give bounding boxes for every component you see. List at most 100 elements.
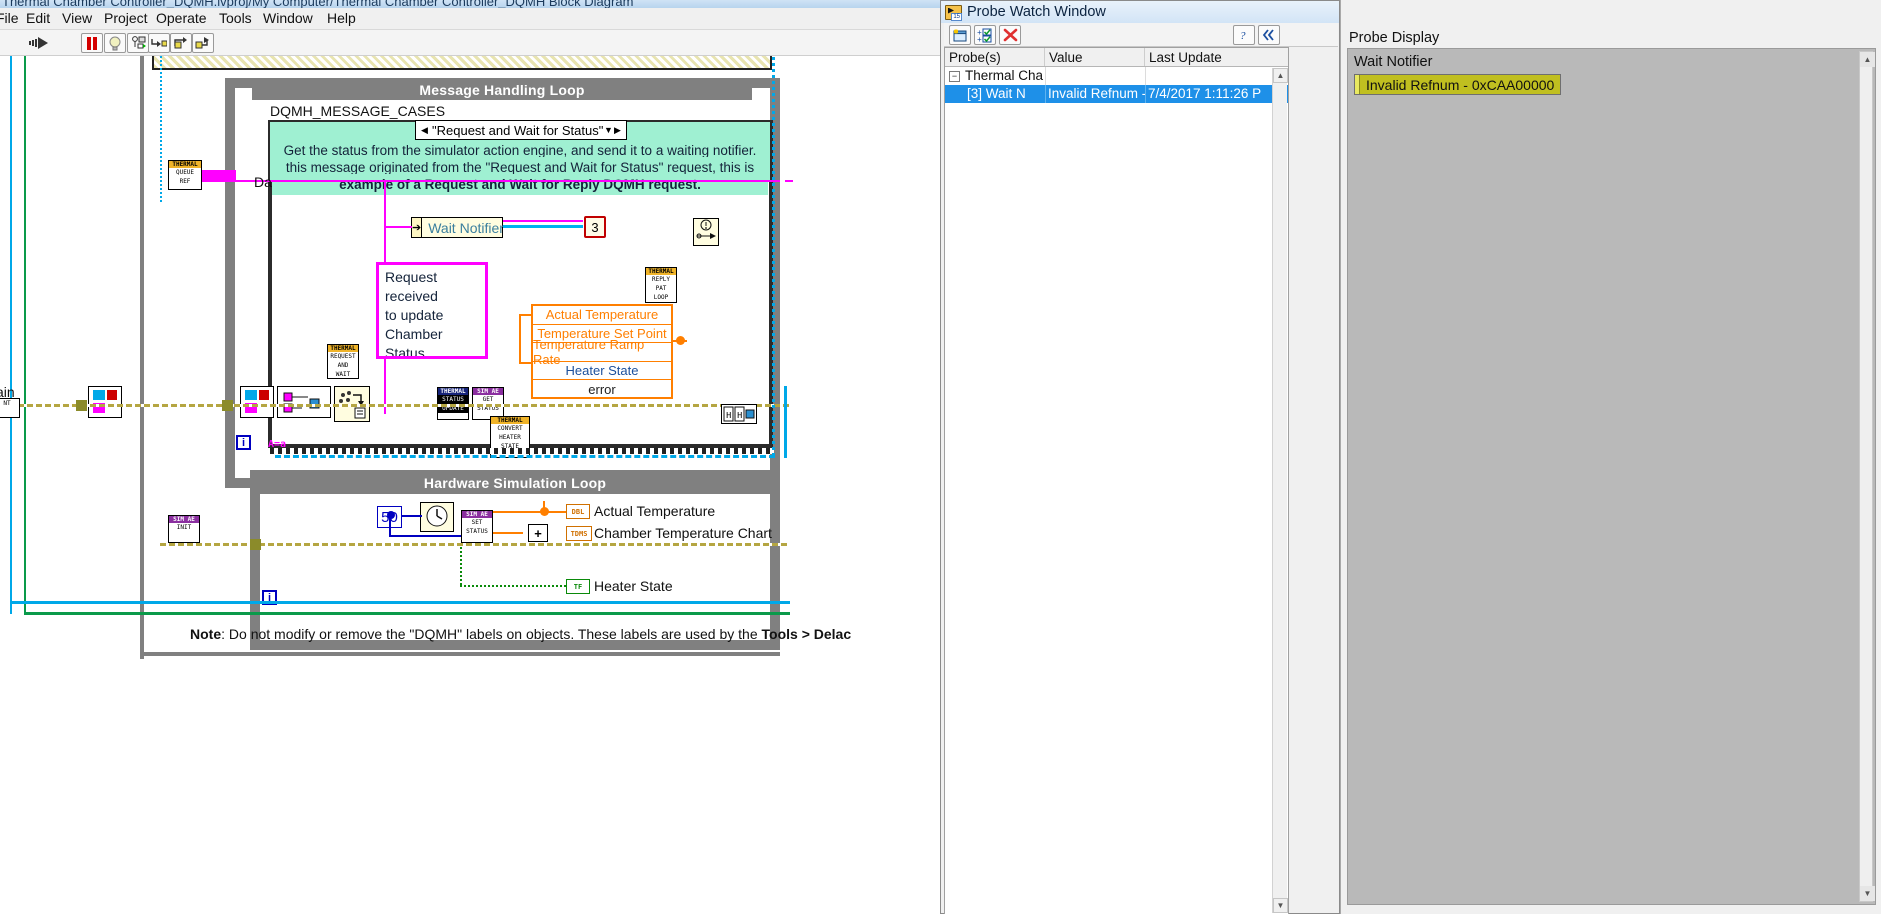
labview-window-title: Thermal Chamber Controller_DQMH.lvproj/M… <box>2 0 634 8</box>
pink-annotation-comment[interactable]: Request received to update Chamber Statu… <box>376 262 488 359</box>
vi-thermal-request-and-wait[interactable]: THERMAL REQUEST AND WAIT <box>327 344 359 379</box>
error-node[interactable] <box>693 218 719 246</box>
pink-comment-line-3: Chamber Status. <box>385 326 443 359</box>
menu-item-tools[interactable]: Tools <box>219 10 252 26</box>
vi-int-terminal[interactable]: NT <box>0 398 20 418</box>
indicator-terminal-dbl-actual-temp[interactable]: DBL <box>566 504 590 519</box>
probe-group-last-update <box>1145 67 1288 85</box>
vi-sim-ae-init-line1: INIT <box>169 523 199 532</box>
vi-sim-ae-set-line1: SET <box>462 518 492 527</box>
scroll-down-arrow-icon[interactable]: ▼ <box>1273 898 1288 913</box>
column-header-probes[interactable]: Probe(s) <box>945 48 1045 66</box>
vi-block-left-b[interactable] <box>240 386 274 418</box>
probe-display-body[interactable]: Wait Notifier Invalid Refnum - 0xCAA0000… <box>1347 48 1876 905</box>
wire-green-outer-bottom <box>24 612 790 615</box>
new-probe-icon[interactable] <box>949 25 971 45</box>
vi-thermal-reply-pat-loop[interactable]: THERMAL REPLY PAT LOOP <box>645 267 677 303</box>
vi-block-unbundle[interactable] <box>277 386 331 418</box>
light-bulb-icon[interactable] <box>104 33 126 53</box>
probe-table[interactable]: Probe(s) Value Last Update − Thermal Cha … <box>944 47 1289 914</box>
hardware-simulation-loop-banner: Hardware Simulation Loop <box>252 472 778 494</box>
column-header-last-update[interactable]: Last Update <box>1145 48 1288 66</box>
collapse-icon[interactable] <box>1258 25 1280 45</box>
menu-item-project[interactable]: Project <box>104 10 148 26</box>
block-diagram-canvas[interactable]: Message Handling Loop DQMH_MESSAGE_CASES… <box>0 56 940 914</box>
labview-toolbar <box>0 30 940 56</box>
vi-int-label: NT <box>0 399 19 408</box>
outer-loop-bottom-wall <box>140 652 780 656</box>
vi-block-left-a[interactable] <box>88 386 122 418</box>
tree-collapse-toggle-icon[interactable]: − <box>949 70 960 82</box>
chevron-down-icon[interactable]: ▼ <box>604 125 613 135</box>
status-cluster[interactable]: Actual Temperature Temperature Set Point… <box>531 304 673 399</box>
probe-group-cell[interactable]: − Thermal Cha <box>945 67 1045 85</box>
case-selector-right-arrow[interactable]: ▶ <box>613 125 622 136</box>
wait-timer-node[interactable] <box>420 502 454 532</box>
table-row[interactable]: [3] Wait N Invalid Refnum - 7/4/2017 1:1… <box>945 85 1288 103</box>
vi-thermal-reply-header: THERMAL <box>646 268 676 275</box>
case-structure-bottom-hatch <box>270 448 774 454</box>
probe-display-scroll-down-icon[interactable]: ▼ <box>1860 886 1875 901</box>
delete-probe-icon[interactable] <box>999 25 1021 45</box>
vi-sim-ae-set-status[interactable]: SIM AE SET STATUS <box>461 510 493 543</box>
timeout-constant[interactable]: 3 <box>584 216 606 238</box>
run-arrow-icon[interactable] <box>26 33 52 53</box>
case-selector-left-arrow[interactable]: ◀ <box>420 125 429 136</box>
indicator-label-heater-state: Heater State <box>594 578 673 594</box>
step-over-icon[interactable] <box>170 33 192 53</box>
top-structure-hatch <box>154 56 770 68</box>
cluster-row-temperature-ramp-rate: Temperature Ramp Rate <box>533 337 671 367</box>
case-selector[interactable]: ◀ "Request and Wait for Status" ▼ ▶ <box>415 120 627 140</box>
vi-thermal-queue-ref-header: THERMAL <box>169 161 201 168</box>
add-node[interactable]: + <box>528 524 548 542</box>
indicator-terminal-tf-heater-state[interactable]: TF <box>566 579 590 594</box>
wire-orange-lead-2 <box>519 362 532 364</box>
column-header-value[interactable]: Value <box>1045 48 1145 66</box>
vi-thermal-queue-ref[interactable]: THERMAL QUEUE REF <box>168 160 202 190</box>
probe-watch-title-bar[interactable]: 15 Probe Watch Window <box>941 1 1339 23</box>
probe-watch-title: Probe Watch Window <box>967 4 1106 20</box>
indicator-terminal-chart[interactable]: TDMS <box>566 526 592 541</box>
wire-cyan-dotted-right <box>772 56 776 456</box>
step-into-icon[interactable] <box>148 33 170 53</box>
wire-error-dashed <box>0 404 790 407</box>
scroll-up-arrow-icon[interactable]: ▲ <box>1273 68 1288 83</box>
pause-icon[interactable] <box>81 33 103 53</box>
menu-item-file[interactable]: File <box>0 10 19 26</box>
bottom-note: Note: Do not modify or remove the "DQMH"… <box>190 626 851 642</box>
vi-thermal-reply-line2: PAT <box>646 284 676 293</box>
hardware-simulation-loop-frame[interactable] <box>250 470 780 650</box>
menu-item-window[interactable]: Window <box>263 10 313 26</box>
vi-block-combiner[interactable]: H H <box>721 404 757 424</box>
menu-item-view[interactable]: View <box>62 10 92 26</box>
vi-sim-ae-init-header: SIM AE <box>169 516 199 523</box>
wire-blue-vertical <box>389 515 391 537</box>
pink-comment-line-1: Request received <box>385 269 438 304</box>
wire-cyan-right-vertical <box>784 386 787 458</box>
vi-sim-ae-init[interactable]: SIM AE INIT <box>168 515 200 543</box>
probe-watch-window[interactable]: 15 Probe Watch Window + + ? Probe(s) Val… <box>940 0 1340 914</box>
probe-icon-badge: 15 <box>951 12 962 21</box>
help-icon[interactable]: ? <box>1233 25 1255 45</box>
error-wire-junction-1 <box>76 400 87 411</box>
menu-item-operate[interactable]: Operate <box>156 10 207 26</box>
probe-display-scrollbar[interactable]: ▲ ▼ <box>1859 51 1875 902</box>
probe-table-scrollbar[interactable]: ▲ ▼ <box>1272 68 1288 913</box>
probe-display-scroll-up-icon[interactable]: ▲ <box>1860 52 1875 67</box>
table-row[interactable]: − Thermal Cha <box>945 67 1288 85</box>
retain-wire-values-icon[interactable] <box>127 33 149 53</box>
menu-item-edit[interactable]: Edit <box>26 10 50 26</box>
labview-title-bar[interactable]: Thermal Chamber Controller_DQMH.lvproj/M… <box>0 0 940 8</box>
select-probes-icon[interactable]: + + <box>974 25 996 45</box>
menu-item-help[interactable]: Help <box>327 10 356 26</box>
probe-display-panel: Probe Display Wait Notifier Invalid Refn… <box>1340 0 1881 914</box>
wire-blue-to-timer <box>402 515 422 517</box>
wire-pink-main-horizontal <box>228 180 780 182</box>
svg-text:H: H <box>726 411 731 421</box>
subvi-wait-notifier[interactable]: ➔ Wait Notifier <box>411 217 504 238</box>
step-out-icon[interactable] <box>192 33 214 53</box>
probe-display-value-field[interactable]: Invalid Refnum - 0xCAA00000 <box>1354 74 1562 95</box>
probe-display-value: Invalid Refnum - 0xCAA00000 <box>1366 76 1555 93</box>
dequeue-label: Da <box>254 174 272 190</box>
case-structure-frame-label: DQMH_MESSAGE_CASES <box>270 103 446 119</box>
